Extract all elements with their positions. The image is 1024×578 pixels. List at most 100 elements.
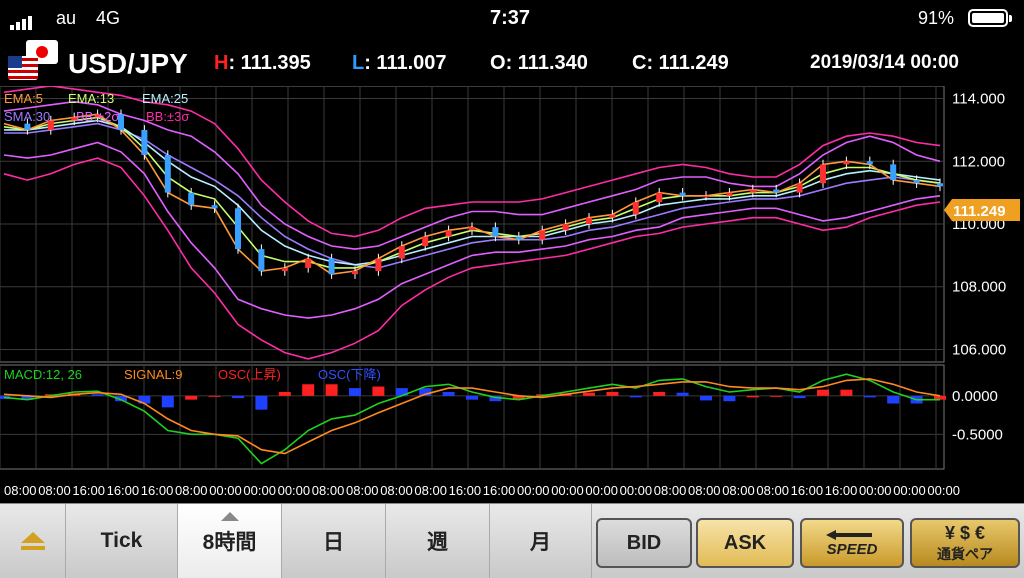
x-tick-label: 00:00: [551, 483, 584, 498]
tab-week[interactable]: 週: [386, 504, 490, 578]
osc-bar: [606, 391, 619, 396]
osc-bar: [232, 395, 244, 399]
tab-month[interactable]: 月: [490, 504, 592, 578]
legend-bb3: BB:±3σ: [146, 109, 189, 124]
legend-sma30: SMA:30: [4, 109, 50, 124]
open-price: O: 111.340: [490, 52, 588, 74]
x-tick-label: 08:00: [756, 483, 789, 498]
speed-arrows-icon: [826, 529, 872, 540]
osc-bar: [629, 395, 642, 398]
legend-ema5: EMA:5: [4, 91, 43, 106]
x-tick-label: 08:00: [346, 483, 379, 498]
candle-body: [375, 258, 382, 272]
candle-body: [352, 271, 358, 275]
x-tick-label: 08:00: [380, 483, 413, 498]
candle-body: [773, 189, 780, 193]
currency-pair-title: USD/JPY: [68, 48, 188, 79]
candle-body: [820, 164, 826, 184]
candle-body: [188, 192, 195, 206]
tab-tick[interactable]: Tick: [66, 504, 178, 578]
x-tick-label: 08:00: [4, 483, 37, 498]
osc-bar: [723, 395, 736, 402]
candle-body: [890, 164, 897, 181]
candle-datetime: 2019/03/14 00:00: [810, 52, 959, 73]
osc-bar: [887, 395, 900, 404]
osc-bar: [91, 394, 104, 396]
quote-header: USD/JPY H: 111.395 L: 111.007 O: 111.340…: [0, 40, 1024, 86]
candle-body: [937, 183, 943, 187]
candle-body: [913, 180, 920, 184]
bid-button[interactable]: BID: [596, 518, 692, 568]
osc-bar: [466, 395, 478, 400]
y-tick-label: 112.000: [952, 153, 1005, 170]
battery-icon: [968, 9, 1012, 27]
osc-bar: [840, 389, 853, 396]
osc-bar: [442, 391, 455, 396]
clock: 7:37: [490, 7, 531, 29]
macd-y-tick-label: -0.5000: [952, 426, 1003, 443]
close-price: C: 111.249: [632, 52, 729, 74]
bottom-toolbar: Tick 8時間 日 週 月 BID ASK SPEED ¥ $ € 通貨ペア: [0, 503, 1024, 578]
legend-ema13: EMA:13: [68, 91, 114, 106]
candle-body: [398, 245, 405, 259]
expand-panel-button[interactable]: [0, 504, 66, 578]
y-tick-label: 106.000: [952, 341, 1006, 358]
network-label: 4G: [96, 8, 121, 28]
y-tick-label: 108.000: [952, 279, 1006, 296]
x-tick-label: 00:00: [859, 483, 892, 498]
osc-bar: [208, 395, 221, 397]
speed-button[interactable]: SPEED: [800, 518, 904, 568]
x-tick-label: 16:00: [483, 483, 516, 498]
candle-body: [141, 129, 148, 155]
candle-body: [258, 249, 265, 272]
price-chart[interactable]: 114.000112.000110.000108.000106.0000.000…: [0, 86, 1024, 506]
x-tick-label: 00:00: [893, 483, 926, 498]
candle-body: [24, 123, 31, 130]
candle-body: [235, 208, 241, 250]
candle-body: [492, 227, 499, 237]
ask-button[interactable]: ASK: [696, 518, 794, 568]
osc-bar: [817, 389, 829, 396]
candle-body: [656, 192, 663, 203]
osc-bar: [349, 388, 361, 396]
tab-day[interactable]: 日: [282, 504, 386, 578]
status-bar: au 4G 7:37 91%: [0, 0, 1024, 38]
candle-body: [281, 267, 288, 272]
candle-body: [679, 192, 686, 196]
low-price: L: 111.007: [352, 52, 447, 74]
candle-body: [164, 155, 171, 193]
x-tick-label: 08:00: [688, 483, 721, 498]
x-tick-label: 00:00: [517, 483, 550, 498]
currency-flags-icon: [8, 40, 58, 80]
candle-body: [539, 230, 546, 240]
x-tick-label: 00:00: [278, 483, 311, 498]
candle-body: [866, 161, 873, 165]
osc-bar: [302, 384, 315, 396]
x-tick-label: 16:00: [107, 483, 140, 498]
osc-bar: [793, 395, 806, 399]
x-tick-label: 16:00: [141, 483, 174, 498]
osc-bar: [676, 392, 689, 396]
x-tick-label: 00:00: [585, 483, 618, 498]
x-tick-label: 08:00: [175, 483, 208, 498]
candle-body: [211, 205, 218, 209]
osc-bar: [161, 395, 174, 408]
osc-bar: [583, 392, 595, 396]
high-price: H: 111.395: [214, 52, 311, 74]
x-tick-label: 08:00: [722, 483, 755, 498]
osc-bar: [372, 386, 385, 396]
x-tick-label: 00:00: [620, 483, 653, 498]
candle-body: [422, 236, 429, 246]
osc-bar: [185, 395, 198, 400]
candle-body: [328, 258, 335, 275]
legend-macd: MACD:12, 26: [4, 367, 82, 382]
legend-osc-up: OSC(上昇): [218, 367, 281, 382]
battery-percent: 91%: [918, 8, 955, 28]
candle-body: [445, 230, 452, 237]
osc-bar: [255, 395, 268, 410]
tab-8h[interactable]: 8時間: [178, 504, 282, 578]
candle-body: [515, 236, 522, 240]
candle-body: [796, 183, 803, 193]
candle-body: [843, 161, 850, 165]
currency-pair-button[interactable]: ¥ $ € 通貨ペア: [910, 518, 1020, 568]
